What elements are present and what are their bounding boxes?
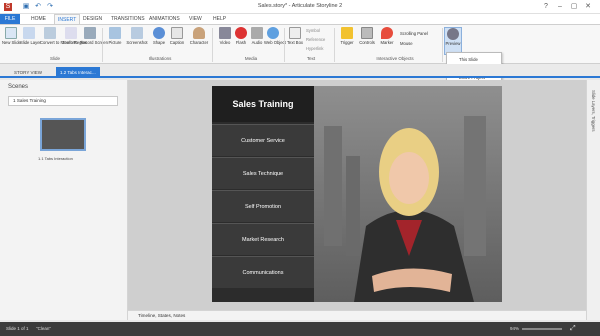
slide-thumbnail-label: 1.1 Tabs Interaction [38, 156, 73, 161]
slide-layers-triggers-label: Slide Layers, Triggers [591, 90, 596, 132]
video-icon [219, 27, 231, 39]
zoom-icon [65, 27, 77, 39]
shape-button[interactable]: Shape [150, 27, 168, 45]
scenes-title: Scenes [8, 84, 29, 90]
mouse-button[interactable]: Mouse [400, 41, 413, 46]
preview-button[interactable]: Preview [444, 27, 462, 55]
menu-item-sales-technique[interactable]: Sales Technique [212, 157, 314, 189]
ribbon-divider [212, 28, 213, 62]
group-interactive-label: Interactive Objects [376, 56, 414, 61]
group-illustrations-label: Illustrations [148, 56, 172, 61]
menu-item-self-promotion[interactable]: Self Promotion [212, 190, 314, 222]
fit-icon[interactable]: ⤢ [570, 322, 576, 336]
ribbon-divider [442, 28, 443, 62]
ribbon-divider [334, 28, 335, 62]
scene-select[interactable]: 1 Sales Training [8, 96, 118, 106]
tab-home[interactable]: HOME [28, 14, 49, 24]
tab-insert[interactable]: INSERT [54, 14, 81, 24]
tab-transitions[interactable]: TRANSITIONS [108, 14, 148, 24]
caption-button[interactable]: Caption [168, 27, 186, 45]
lightning-icon [341, 27, 353, 39]
tab-story-view[interactable]: STORY VIEW [10, 67, 46, 78]
character-icon [193, 27, 205, 39]
slide-menu: Sales Training Customer Service Sales Te… [212, 86, 314, 302]
close-icon[interactable]: ✕ [582, 2, 594, 12]
menu-item-customer-service[interactable]: Customer Service [212, 124, 314, 156]
screenshot-button[interactable]: Screenshot [126, 27, 148, 45]
menu-item-market-research[interactable]: Market Research [212, 223, 314, 255]
marker-icon [381, 27, 393, 39]
tab-file[interactable]: FILE [0, 14, 20, 24]
new-slide-button[interactable]: New Slide [2, 27, 21, 45]
maximize-icon[interactable]: ▢ [568, 2, 580, 12]
document-tabs: STORY VIEW 1.2 Tabs Interac... [0, 64, 600, 78]
window-title: Sales.story* - Articulate Storyline 2 [257, 3, 343, 9]
slide-stage[interactable]: Sales Training Customer Service Sales Te… [212, 86, 502, 302]
trigger-button[interactable]: Trigger [338, 27, 356, 45]
record-screen-button[interactable]: Record Screen [80, 27, 108, 45]
tab-animations[interactable]: ANIMATIONS [146, 14, 183, 24]
reference-button[interactable]: Reference [306, 37, 325, 42]
slide-count: Slide 1 of 1 [6, 326, 29, 331]
right-collapsed-panel[interactable]: Slide Layers, Triggers [586, 80, 600, 320]
tab-design[interactable]: DESIGN [80, 14, 105, 24]
ribbon: New Slide Slide Layer Convert to Freefor… [0, 24, 600, 64]
menu-item-communications[interactable]: Communications [212, 256, 314, 288]
tab-slide[interactable]: 1.2 Tabs Interac... [56, 67, 100, 78]
scrolling-panel-button[interactable]: Scrolling Panel [400, 31, 428, 36]
character-button[interactable]: Character [188, 27, 210, 45]
convert-to-freeform-button[interactable]: Convert to Freeform [40, 27, 77, 45]
picture-icon [109, 27, 121, 39]
preview-icon [447, 28, 459, 40]
new-slide-icon [5, 27, 17, 39]
hyperlink-button[interactable]: Hyperlink [306, 46, 323, 51]
globe-icon [267, 27, 279, 39]
scenes-panel: Scenes 1 Sales Training 1.1 Tabs Interac… [0, 80, 128, 320]
preview-this-slide[interactable]: This Slide [459, 57, 478, 62]
web-object-button[interactable]: Web Object [264, 27, 286, 45]
shape-icon [153, 27, 165, 39]
slide-thumbnail[interactable] [40, 118, 86, 151]
minimize-icon[interactable]: – [554, 2, 566, 12]
freeform-icon [44, 27, 56, 39]
slide-layer-button[interactable]: Slide Layer [20, 27, 41, 45]
zoom-slider[interactable] [522, 328, 562, 330]
group-slide-label: Slide [49, 56, 60, 61]
text-box-icon [289, 27, 301, 39]
marker-button[interactable]: Marker [378, 27, 396, 45]
ribbon-divider [102, 28, 103, 62]
businesswoman-image [324, 116, 486, 302]
picture-button[interactable]: Picture [106, 27, 124, 45]
title-bar: S ▣ ↶ ↷ Sales.story* - Articulate Storyl… [0, 0, 600, 14]
symbol-button[interactable]: Symbol [306, 28, 320, 33]
tab-view[interactable]: VIEW [186, 14, 205, 24]
status-bar: Slide 1 of 1 "Clean" 94% ⤢ [0, 322, 600, 336]
zoom-region-button[interactable]: Zoom Region [62, 27, 87, 45]
group-text-label: Text [306, 56, 316, 61]
slide-title: Sales Training [212, 86, 314, 122]
audio-icon [251, 27, 263, 39]
theme-name: "Clean" [36, 326, 51, 331]
tab-help[interactable]: HELP [210, 14, 229, 24]
record-icon [84, 27, 96, 39]
timeline-bar[interactable]: Timeline, States, Notes [128, 310, 586, 320]
ribbon-tabs: FILE HOME INSERT DESIGN TRANSITIONS ANIM… [0, 14, 600, 24]
flash-icon [235, 27, 247, 39]
caption-icon [171, 27, 183, 39]
text-box-button[interactable]: Text Box [286, 27, 304, 45]
ribbon-divider [284, 28, 285, 62]
screenshot-icon [131, 27, 143, 39]
slide-layer-icon [23, 27, 35, 39]
character-photo [314, 86, 502, 302]
zoom-level: 94% [510, 326, 520, 331]
controls-icon [361, 27, 373, 39]
group-media-label: Media [244, 56, 258, 61]
controls-button[interactable]: Controls [358, 27, 376, 45]
help-icon[interactable]: ? [540, 2, 552, 12]
